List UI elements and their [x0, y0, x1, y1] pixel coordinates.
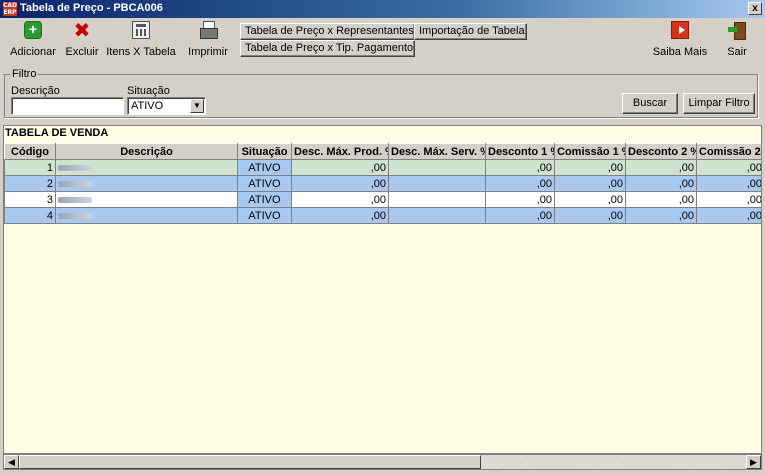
cell-situacao: ATIVO: [237, 175, 292, 192]
cell-desc-max-prod: ,00: [291, 175, 389, 192]
limpar-filtro-button[interactable]: Limpar Filtro: [683, 93, 755, 114]
grid-panel: TABELA DE VENDA Código Descrição Situaçã…: [3, 125, 762, 454]
saiba-mais-button[interactable]: Saiba Mais: [652, 21, 708, 58]
cell-desconto1: ,00: [485, 175, 555, 192]
filter-group: Filtro Descrição Situação ATIVO ▼ Buscar…: [4, 68, 758, 118]
itens-x-tabela-button[interactable]: Itens X Tabela: [105, 21, 177, 58]
cell-desconto1: ,00: [485, 191, 555, 208]
adicionar-button[interactable]: + Adicionar: [8, 21, 58, 58]
cell-comissao2: ,00: [696, 159, 761, 176]
table-row[interactable]: 4 ATIVO ,00 ,00 ,00 ,00 ,00: [4, 207, 761, 224]
col-header-desc-max-serv[interactable]: Desc. Máx. Serv. %: [388, 143, 486, 160]
sair-button[interactable]: Sair: [722, 21, 752, 58]
descricao-label: Descrição: [11, 85, 60, 97]
scroll-left-arrow-icon[interactable]: ◀: [4, 455, 19, 469]
col-header-desconto2[interactable]: Desconto 2 %: [625, 143, 697, 160]
cell-descricao: [55, 175, 238, 192]
calculator-icon: [132, 21, 150, 39]
cell-situacao: ATIVO: [237, 191, 292, 208]
col-header-desc-max-prod[interactable]: Desc. Máx. Prod. %: [291, 143, 389, 160]
col-header-descricao[interactable]: Descrição: [55, 143, 238, 160]
header-row: Código Descrição Situação Desc. Máx. Pro…: [4, 143, 761, 160]
app-logo-icon: CAD ERP: [3, 2, 18, 16]
cell-desc-max-serv: [388, 175, 486, 192]
window-title: Tabela de Preço - PBCA006: [20, 2, 163, 14]
cell-descricao: [55, 207, 238, 224]
table-row[interactable]: 1 ATIVO ,00 ,00 ,00 ,00 ,00: [4, 159, 761, 176]
saiba-mais-label: Saiba Mais: [652, 46, 708, 58]
cell-codigo: 4: [4, 207, 56, 224]
col-header-comissao1[interactable]: Comissão 1 %: [554, 143, 626, 160]
printer-icon: [199, 21, 218, 39]
cell-comissao2: ,00: [696, 175, 761, 192]
play-video-icon: [671, 21, 689, 39]
toolbar: + Adicionar ✖ Excluir Itens X Tabela Imp…: [0, 18, 765, 66]
cell-desc-max-serv: [388, 207, 486, 224]
cell-desconto1: ,00: [485, 159, 555, 176]
itens-x-tabela-label: Itens X Tabela: [106, 46, 176, 58]
cell-comissao1: ,00: [554, 159, 626, 176]
importacao-tabela-button[interactable]: Importação de Tabela: [414, 23, 527, 40]
redacted-text: [58, 212, 92, 219]
cell-desc-max-prod: ,00: [291, 207, 389, 224]
cell-codigo: 3: [4, 191, 56, 208]
redacted-text: [58, 180, 92, 187]
delete-x-icon: ✖: [73, 18, 91, 42]
cell-codigo: 2: [4, 175, 56, 192]
situacao-select[interactable]: ATIVO ▼: [127, 97, 206, 115]
redacted-text: [58, 164, 92, 171]
cell-desconto2: ,00: [625, 159, 697, 176]
plus-icon: +: [24, 21, 42, 39]
col-header-desconto1[interactable]: Desconto 1 %: [485, 143, 555, 160]
cell-descricao: [55, 191, 238, 208]
imprimir-label: Imprimir: [188, 46, 228, 58]
cell-comissao1: ,00: [554, 191, 626, 208]
tabela-representantes-button[interactable]: Tabela de Preço x Representantes: [240, 23, 415, 40]
cell-desconto2: ,00: [625, 207, 697, 224]
situacao-label: Situação: [127, 85, 170, 97]
cell-comissao2: ,00: [696, 207, 761, 224]
cell-desconto2: ,00: [625, 175, 697, 192]
descricao-input[interactable]: [11, 97, 124, 115]
cell-desc-max-serv: [388, 191, 486, 208]
table-row[interactable]: 2 ATIVO ,00 ,00 ,00 ,00 ,00: [4, 175, 761, 192]
tabela-pagamento-button[interactable]: Tabela de Preço x Tip. Pagamento: [240, 40, 415, 57]
scrollbar-thumb[interactable]: [19, 455, 481, 469]
col-header-situacao[interactable]: Situação: [237, 143, 292, 160]
cell-desconto1: ,00: [485, 207, 555, 224]
col-header-comissao2[interactable]: Comissão 2 %: [696, 143, 761, 160]
cell-desc-max-prod: ,00: [291, 191, 389, 208]
redacted-text: [58, 196, 92, 203]
filter-legend: Filtro: [10, 68, 39, 80]
table-row[interactable]: 3 ATIVO ,00 ,00 ,00 ,00 ,00: [4, 191, 761, 208]
exit-door-icon: [728, 21, 746, 40]
imprimir-button[interactable]: Imprimir: [184, 21, 232, 58]
situacao-selected-value: ATIVO: [131, 100, 164, 112]
sair-label: Sair: [727, 46, 747, 58]
price-table-grid: Código Descrição Situação Desc. Máx. Pro…: [4, 143, 761, 224]
cell-desconto2: ,00: [625, 191, 697, 208]
cell-codigo: 1: [4, 159, 56, 176]
cell-situacao: ATIVO: [237, 159, 292, 176]
cell-comissao1: ,00: [554, 175, 626, 192]
cell-comissao2: ,00: [696, 191, 761, 208]
scroll-right-arrow-icon[interactable]: ▶: [746, 455, 761, 469]
cell-descricao: [55, 159, 238, 176]
close-window-button[interactable]: x: [748, 2, 762, 15]
chevron-down-icon[interactable]: ▼: [190, 99, 204, 113]
excluir-label: Excluir: [65, 46, 99, 58]
buscar-button[interactable]: Buscar: [622, 93, 678, 114]
cell-comissao1: ,00: [554, 207, 626, 224]
excluir-button[interactable]: ✖ Excluir: [62, 18, 102, 58]
adicionar-label: Adicionar: [10, 46, 56, 58]
cell-desc-max-serv: [388, 159, 486, 176]
grid-caption: TABELA DE VENDA: [5, 127, 109, 139]
cell-desc-max-prod: ,00: [291, 159, 389, 176]
title-bar: CAD ERP Tabela de Preço - PBCA006 x: [0, 0, 765, 18]
horizontal-scrollbar[interactable]: ◀ ▶: [3, 454, 762, 470]
cell-situacao: ATIVO: [237, 207, 292, 224]
col-header-codigo[interactable]: Código: [4, 143, 56, 160]
